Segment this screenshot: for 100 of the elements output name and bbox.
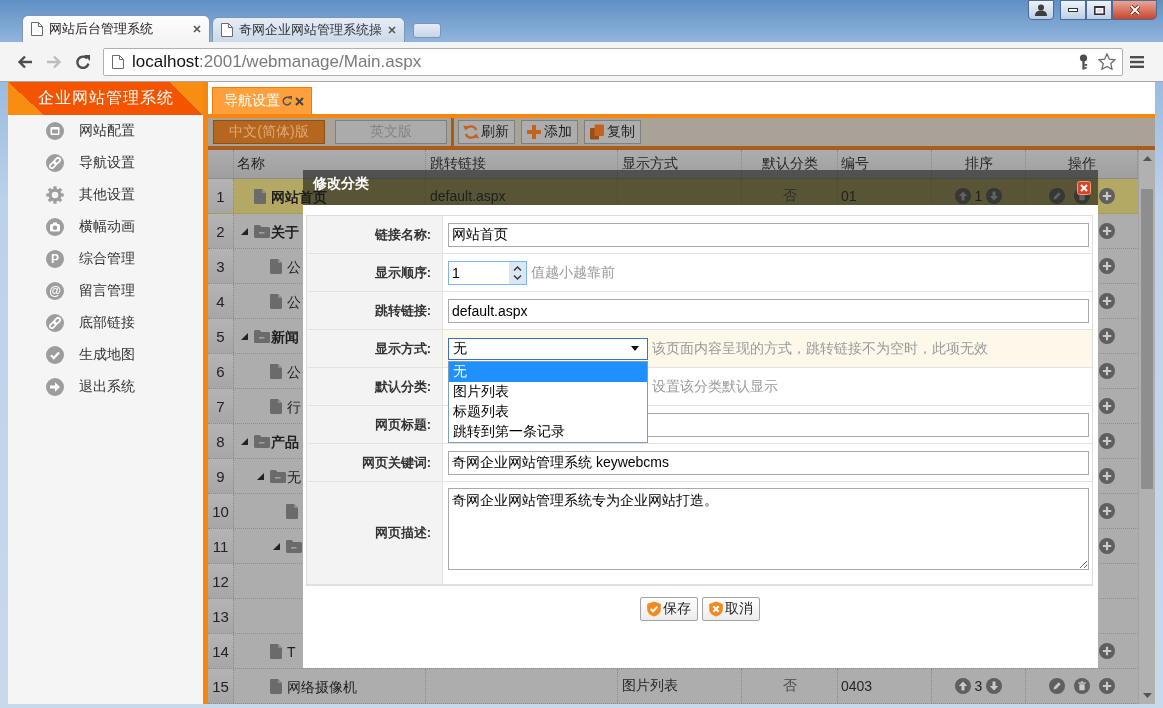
- add-button[interactable]: 添加: [521, 120, 578, 144]
- caret-icon: [631, 346, 639, 351]
- minimize-button[interactable]: [1060, 0, 1086, 20]
- new-tab-button[interactable]: [413, 23, 441, 38]
- plus-icon[interactable]: [1099, 643, 1115, 659]
- text-field[interactable]: 网站首页: [448, 222, 1089, 247]
- dialog-title: 修改分类: [313, 176, 369, 190]
- dropdown-option[interactable]: 跳转到第一条记录: [449, 422, 647, 442]
- sort-value: 3: [974, 678, 983, 694]
- hint-text: 设置该分类默认显示: [652, 377, 778, 396]
- scrollbar[interactable]: [1138, 150, 1155, 704]
- field-label: 链接名称:: [307, 216, 443, 254]
- edit-icon[interactable]: [1049, 678, 1065, 694]
- close-icon[interactable]: [295, 96, 304, 106]
- plus-icon[interactable]: [1099, 433, 1115, 449]
- window-icon: [46, 122, 64, 140]
- trash-icon[interactable]: [1074, 678, 1090, 694]
- refresh-button[interactable]: 刷新: [458, 120, 515, 144]
- dropdown-option[interactable]: 图片列表: [449, 382, 647, 402]
- text-field[interactable]: 奇网企业网站管理系统 keywebcms: [448, 450, 1089, 475]
- text-area[interactable]: 奇网企业网站管理系统专为企业网站打造。: [448, 488, 1089, 570]
- up-arrow-icon[interactable]: [1142, 156, 1152, 161]
- triangle-icon[interactable]: [241, 227, 248, 235]
- sidebar-item[interactable]: 横幅动画: [8, 211, 203, 243]
- star-icon[interactable]: [1098, 53, 1116, 70]
- text-field[interactable]: default.aspx: [448, 298, 1089, 323]
- close-icon[interactable]: [193, 25, 201, 33]
- row-number: 4: [208, 284, 234, 318]
- key-icon[interactable]: [1079, 53, 1088, 70]
- row-number: 1: [208, 179, 234, 213]
- sidebar-item[interactable]: 生成地图: [8, 339, 203, 371]
- sidebar-item[interactable]: @ 留言管理: [8, 275, 203, 307]
- plus-icon[interactable]: [1099, 188, 1115, 204]
- tree-label: 无: [287, 470, 301, 484]
- row-number: 13: [208, 599, 234, 633]
- reload-icon[interactable]: [75, 53, 91, 70]
- dropdown-option[interactable]: 标题列表: [449, 402, 647, 422]
- browser-tab[interactable]: 奇网企业网站管理系统操: [212, 17, 405, 42]
- profile-button[interactable]: [1028, 0, 1054, 20]
- sidebar-item[interactable]: 网站配置: [8, 115, 203, 147]
- sidebar-item[interactable]: 底部链接: [8, 307, 203, 339]
- cancel-button[interactable]: 取消: [701, 597, 760, 621]
- file-icon: [270, 363, 282, 379]
- triangle-icon[interactable]: [257, 472, 264, 480]
- field-label: 网页关键词:: [307, 444, 443, 482]
- plus-icon[interactable]: [1099, 503, 1115, 519]
- check-icon: [46, 346, 64, 364]
- file-icon: [270, 293, 282, 309]
- plus-icon[interactable]: [1099, 538, 1115, 554]
- plus-icon[interactable]: [1099, 293, 1115, 309]
- plus-icon[interactable]: [1099, 468, 1115, 484]
- table-cell: 0403: [838, 669, 932, 703]
- plus-icon[interactable]: [1099, 363, 1115, 379]
- shield-x-icon: [707, 601, 724, 617]
- row-number: 3: [208, 249, 234, 283]
- down-arrow-icon[interactable]: [1142, 693, 1152, 698]
- sidebar-item[interactable]: 退出系统: [8, 371, 203, 403]
- page-icon: [31, 22, 43, 36]
- row-number: 9: [208, 459, 234, 493]
- tree-label: 公: [287, 365, 301, 379]
- close-icon[interactable]: [388, 26, 396, 34]
- file-icon: [270, 258, 282, 274]
- copy-button[interactable]: 复制: [584, 120, 641, 144]
- select-field[interactable]: 无: [448, 337, 648, 360]
- maximize-icon: [1093, 5, 1105, 15]
- plus-icon[interactable]: [1099, 328, 1115, 344]
- sidebar-item[interactable]: 导航设置: [8, 147, 203, 179]
- back-icon[interactable]: [17, 53, 33, 70]
- field-label: 网页描述:: [307, 482, 443, 585]
- scrollbar-thumb[interactable]: [1141, 189, 1153, 489]
- row-number: 2: [208, 214, 234, 248]
- browser-tab[interactable]: 网站后台管理系统: [22, 15, 210, 42]
- triangle-icon[interactable]: [273, 542, 280, 550]
- field-label: 显示顺序:: [307, 254, 443, 292]
- row-number: 7: [208, 389, 234, 423]
- sidebar-title: 企业网站管理系统: [8, 82, 203, 115]
- plus-icon[interactable]: [1099, 398, 1115, 414]
- address-bar[interactable]: localhost:2001/webmanage/Main.aspx: [103, 47, 1123, 76]
- maximize-button[interactable]: [1086, 0, 1112, 20]
- folder-icon: [254, 224, 270, 238]
- sidebar-item[interactable]: P 综合管理: [8, 243, 203, 275]
- plus-icon[interactable]: [1099, 258, 1115, 274]
- triangle-icon[interactable]: [241, 332, 248, 340]
- sort-value: 1: [974, 188, 983, 204]
- file-icon: [270, 398, 282, 414]
- save-button[interactable]: 保存: [639, 597, 698, 621]
- close-button[interactable]: [1112, 0, 1157, 20]
- table-row[interactable]: 15 网络摄像机 图片列表 否 0403 3: [208, 669, 1138, 704]
- close-icon: [1128, 5, 1141, 15]
- menu-icon[interactable]: [1130, 55, 1144, 68]
- close-icon[interactable]: [1077, 180, 1091, 195]
- plus-icon: [526, 124, 542, 140]
- plus-icon[interactable]: [1099, 678, 1115, 694]
- page-icon: [221, 23, 233, 37]
- sidebar-item[interactable]: 其他设置: [8, 179, 203, 211]
- plus-icon[interactable]: [1099, 223, 1115, 239]
- row-number: 10: [208, 494, 234, 528]
- refresh-icon[interactable]: [282, 96, 292, 106]
- folder-icon: [270, 469, 286, 483]
- triangle-icon[interactable]: [241, 437, 248, 445]
